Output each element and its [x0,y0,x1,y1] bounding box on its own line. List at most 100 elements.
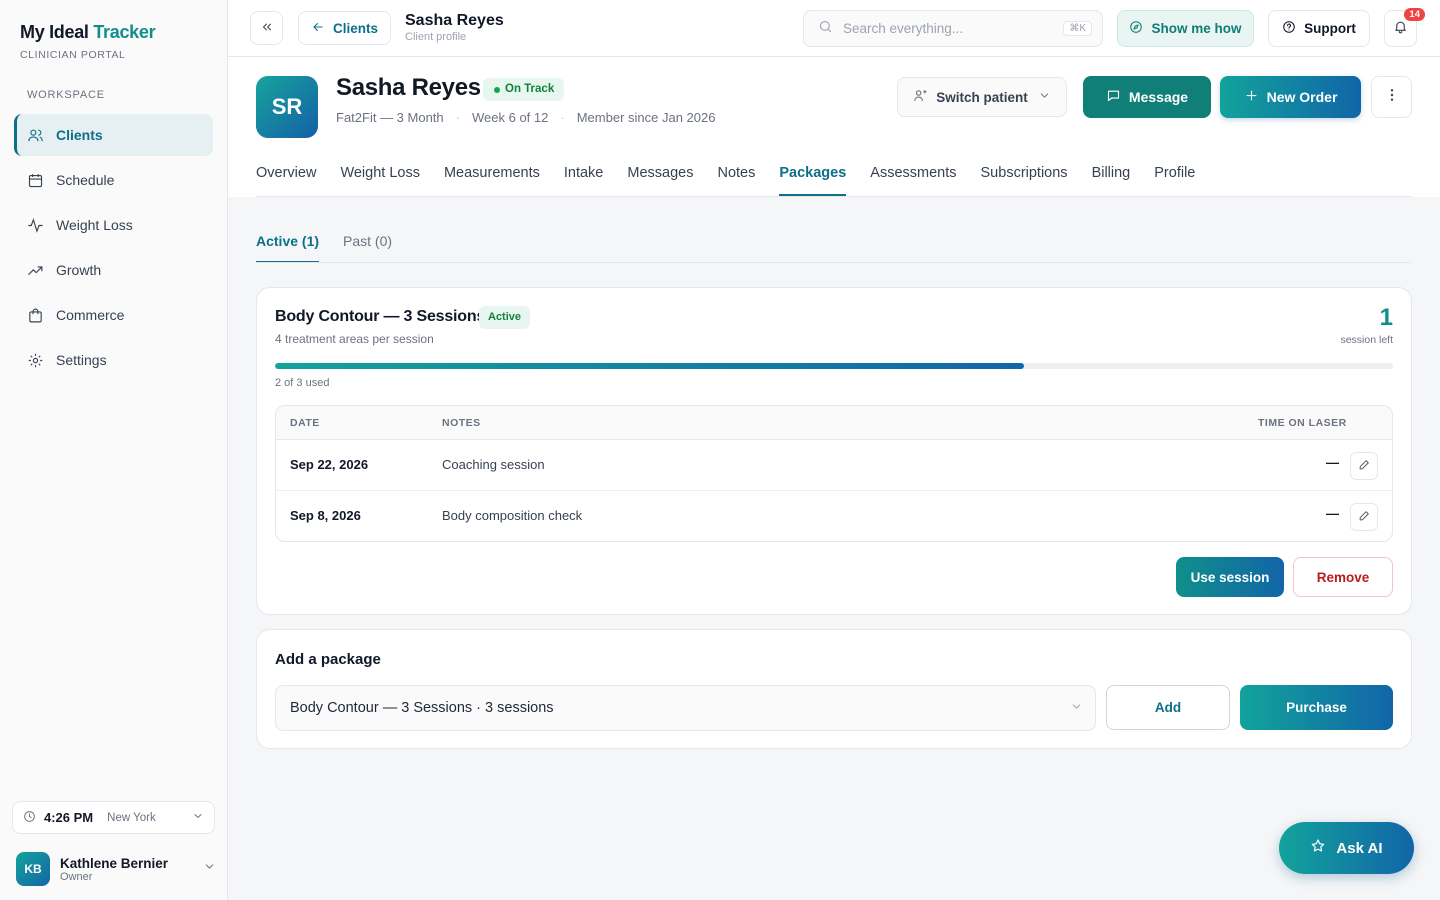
user-menu[interactable]: KB Kathlene Bernier Owner [16,852,216,886]
package-subtabs: Active (1) Past (0) [256,226,416,263]
sparkle-icon [1310,838,1326,858]
switch-patient-label: Switch patient [936,89,1028,105]
sidebar-item-label: Commerce [56,307,125,323]
tab-messages[interactable]: Messages [627,158,693,196]
table-row: Sep 8, 2026 Body composition check — [276,491,1392,541]
back-label: Clients [332,20,378,36]
edit-session-button[interactable] [1350,503,1378,531]
brand-logo[interactable]: My Ideal Tracker [20,22,156,43]
session-date: Sep 8, 2026 [290,508,361,523]
package-title: Body Contour — 3 Sessions [275,308,486,325]
sessions-left-count: 1 [1379,304,1393,331]
member-since: Member since Jan 2026 [576,110,716,125]
sidebar-item-settings[interactable]: Settings [14,339,213,381]
tab-past-packages[interactable]: Past (0) [343,226,392,263]
activity-icon [26,216,44,234]
avatar: SR [256,76,318,138]
search-input[interactable] [843,21,1043,36]
remove-package-button[interactable]: Remove [1293,557,1393,597]
chevron-down-icon [192,810,204,825]
package-select[interactable]: Body Contour — 3 Sessions · 3 sessions [275,685,1096,731]
tab-intake[interactable]: Intake [564,158,604,196]
search-shortcut: ⌘K [1063,21,1092,36]
separator: · [560,110,565,125]
program-name: Fat2Fit — 3 Month [336,110,444,125]
sidebar-item-clients[interactable]: Clients [14,114,213,156]
new-order-label: New Order [1266,89,1338,105]
sessions-table: DATE NOTES TIME ON LASER Sep 22, 2026 Co… [275,405,1393,542]
sidebar-item-label: Settings [56,352,107,368]
new-order-button[interactable]: New Order [1220,76,1361,118]
sessions-used: 2 of 3 used [275,377,330,389]
collapse-sidebar-button[interactable] [250,11,283,45]
clock-icon [23,810,36,826]
session-time: — [1326,455,1339,470]
arrow-left-icon [311,20,325,37]
sidebar-item-label: Weight Loss [56,217,133,233]
page-title: Sasha Reyes [405,12,504,29]
tab-overview[interactable]: Overview [256,158,316,196]
table-header: DATE NOTES TIME ON LASER [276,406,1392,440]
sidebar-nav: Clients Schedule Weight Loss Growth Comm… [14,114,213,384]
ask-ai-button[interactable]: Ask AI [1279,822,1414,874]
column-date: DATE [290,417,320,429]
message-button[interactable]: Message [1083,76,1211,118]
plus-icon [1244,88,1259,106]
column-notes: NOTES [442,417,481,429]
shopping-bag-icon [26,306,44,324]
message-label: Message [1128,89,1189,105]
sidebar-item-growth[interactable]: Growth [14,249,213,291]
search-box[interactable]: ⌘K [803,10,1103,47]
client-header: SR Sasha Reyes On Track Fat2Fit — 3 Mont… [228,57,1440,197]
sidebar-item-label: Clients [56,127,103,143]
top-bar: Clients Sasha Reyes Client profile ⌘K Sh… [228,0,1440,57]
status-badge: Active [479,306,531,329]
tab-profile[interactable]: Profile [1154,158,1195,196]
package-card: Body Contour — 3 Sessions Active 4 treat… [256,287,1412,615]
compass-icon [1129,20,1143,37]
chevron-down-icon [1038,89,1051,105]
support-label: Support [1304,21,1356,36]
session-time: — [1326,506,1339,521]
divider [256,262,1411,263]
purchase-package-button[interactable]: Purchase [1240,685,1393,730]
workspace-label: WORKSPACE [27,89,105,101]
chevrons-left-icon [260,20,274,37]
tab-billing[interactable]: Billing [1092,158,1131,196]
tab-assessments[interactable]: Assessments [870,158,956,196]
add-package-button[interactable]: Add [1106,685,1230,730]
support-button[interactable]: Support [1268,10,1370,47]
session-notes: Coaching session [442,457,545,472]
timezone-selector[interactable]: 4:26 PM New York [12,801,215,834]
user-switch-icon [913,88,928,106]
tab-notes[interactable]: Notes [717,158,755,196]
trending-up-icon [26,261,44,279]
session-progress-bar [275,363,1393,369]
notifications-button[interactable]: 14 [1384,8,1425,47]
profile-tabs: Overview Weight Loss Measurements Intake… [256,158,1219,196]
tab-weight-loss[interactable]: Weight Loss [340,158,420,196]
session-progress-fill [275,363,1025,369]
tab-active-packages[interactable]: Active (1) [256,226,320,263]
tab-subscriptions[interactable]: Subscriptions [981,158,1068,196]
tab-measurements[interactable]: Measurements [444,158,540,196]
package-select-value: Body Contour — 3 Sessions · 3 sessions [290,700,554,716]
session-date: Sep 22, 2026 [290,457,369,472]
ask-ai-label: Ask AI [1336,839,1383,857]
client-name: Sasha Reyes [336,74,481,101]
back-to-clients-button[interactable]: Clients [298,11,391,45]
sidebar-item-schedule[interactable]: Schedule [14,159,213,201]
use-session-button[interactable]: Use session [1176,557,1284,597]
column-time-on-laser: TIME ON LASER [1258,417,1347,429]
tab-packages[interactable]: Packages [779,158,847,196]
sidebar-item-commerce[interactable]: Commerce [14,294,213,336]
add-package-card: Add a package Body Contour — 3 Sessions … [256,629,1412,749]
sidebar: My Ideal Tracker CLINICIAN PORTAL WORKSP… [0,0,228,900]
show-me-how-button[interactable]: Show me how [1117,10,1254,47]
more-options-button[interactable] [1371,76,1412,118]
message-icon [1106,88,1121,106]
calendar-icon [26,171,44,189]
sidebar-item-weight-loss[interactable]: Weight Loss [14,204,213,246]
switch-patient-button[interactable]: Switch patient [897,77,1067,117]
edit-session-button[interactable] [1350,452,1378,480]
